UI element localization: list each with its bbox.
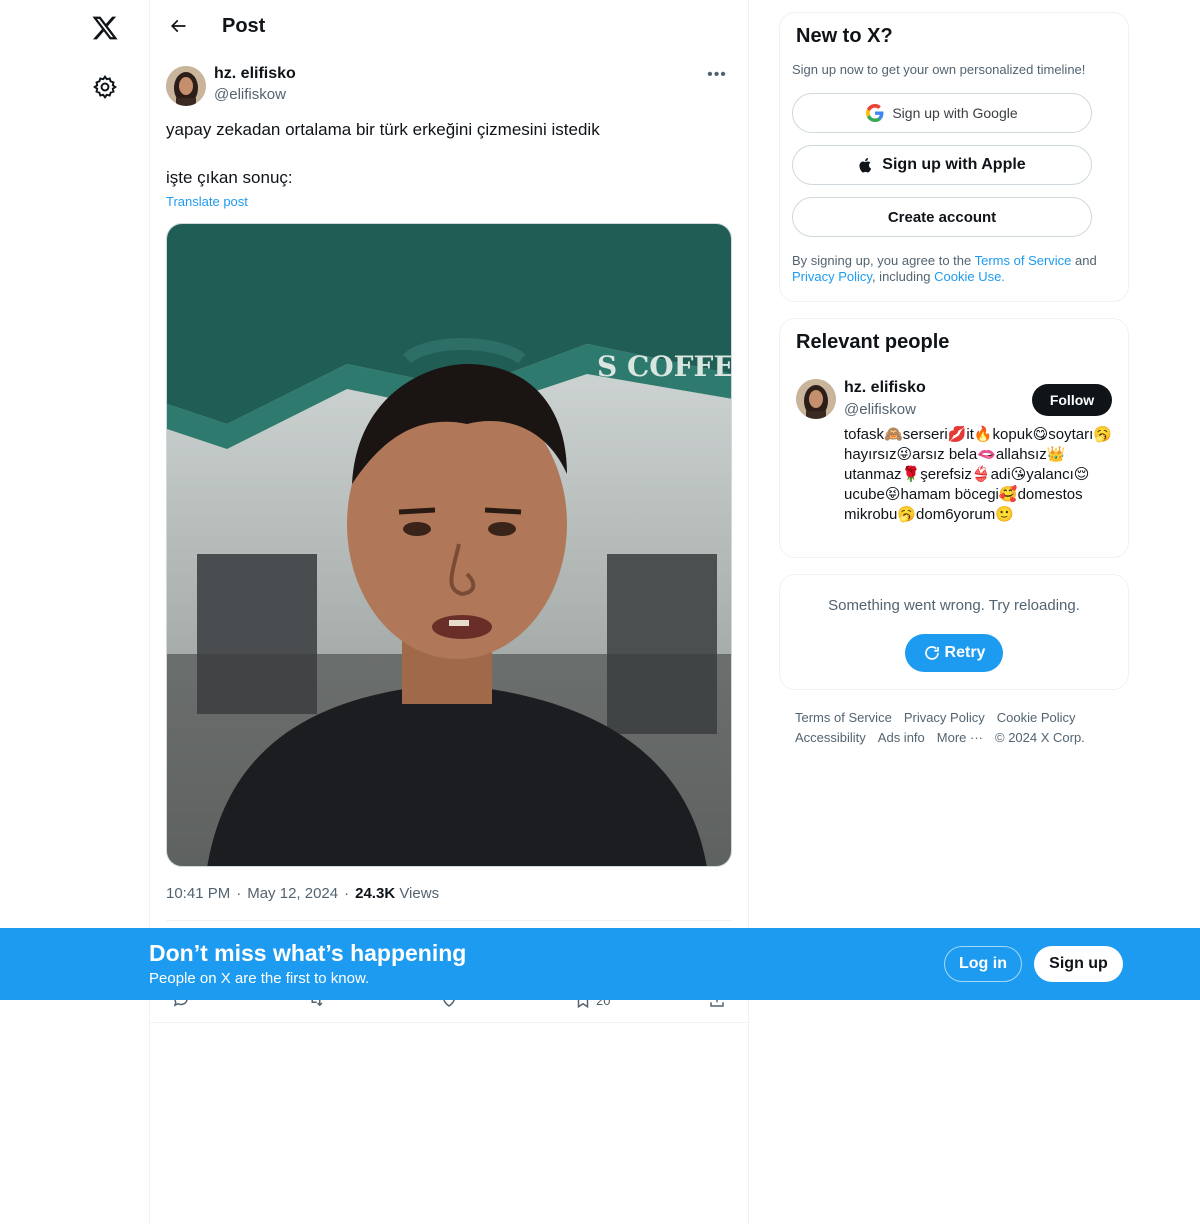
signup-subtitle: Sign up now to get your own personalized… bbox=[792, 62, 1086, 77]
divider bbox=[166, 920, 732, 921]
apple-signup-button[interactable]: Sign up with Apple bbox=[792, 145, 1092, 185]
signup-card: New to X? Sign up now to get your own pe… bbox=[779, 12, 1129, 302]
relevant-person-name[interactable]: hz. elifisko bbox=[844, 379, 926, 397]
post-meta: 10:41 PM · May 12, 2024 · 24.3K Views bbox=[166, 885, 439, 902]
views-stat: 24.3K Views bbox=[355, 885, 439, 902]
signup-card-title: New to X? bbox=[796, 25, 893, 47]
privacy-link[interactable]: Privacy Policy bbox=[792, 269, 872, 284]
footer-cookie-link[interactable]: Cookie Policy bbox=[997, 710, 1076, 725]
footer-ads-link[interactable]: Ads info bbox=[878, 730, 925, 745]
left-nav bbox=[0, 0, 150, 1224]
footer-terms-link[interactable]: Terms of Service bbox=[795, 710, 892, 725]
retry-button[interactable]: Retry bbox=[905, 634, 1003, 672]
refresh-icon bbox=[924, 646, 939, 660]
meta-separator: · bbox=[344, 885, 350, 902]
legal-text: and bbox=[1071, 253, 1097, 268]
signup-button[interactable]: Sign up bbox=[1034, 946, 1123, 982]
back-arrow-icon[interactable] bbox=[160, 8, 196, 44]
google-icon bbox=[866, 104, 884, 122]
apple-icon bbox=[859, 158, 872, 173]
google-signup-button[interactable]: Sign up with Google bbox=[792, 93, 1092, 133]
relevant-people-card: Relevant people hz. elifisko @elifiskow … bbox=[779, 318, 1129, 558]
post-text: yapay zekadan ortalama bir türk erkeğini… bbox=[166, 120, 600, 187]
cookie-use-link[interactable]: Cookie Use. bbox=[934, 269, 1005, 284]
relevant-people-title: Relevant people bbox=[796, 331, 950, 353]
page-title: Post bbox=[222, 15, 266, 37]
photo-sign-text: S COFFEE bbox=[597, 350, 732, 383]
avatar[interactable] bbox=[796, 379, 836, 419]
login-banner: Don’t miss what’s happening People on X … bbox=[0, 928, 1200, 1000]
footer-accessibility-link[interactable]: Accessibility bbox=[795, 730, 866, 745]
sidebar-footer: Terms of Service Privacy Policy Cookie Pol… bbox=[795, 708, 1125, 748]
error-card: Something went wrong. Try reloading. Ret… bbox=[779, 574, 1129, 690]
relevant-person-handle[interactable]: @elifiskow bbox=[844, 401, 916, 418]
relevant-person-bio: tofask🙈serseri💋it🔥kopuk😋soytarı🥱hayırsız… bbox=[844, 426, 1112, 523]
banner-title: Don’t miss what’s happening bbox=[149, 940, 467, 966]
views-label: Views bbox=[399, 885, 440, 902]
error-message: Something went wrong. Try reloading. bbox=[828, 597, 1080, 614]
avatar[interactable] bbox=[166, 66, 206, 106]
meta-separator: · bbox=[236, 885, 242, 902]
gear-icon[interactable] bbox=[80, 62, 130, 112]
terms-link[interactable]: Terms of Service bbox=[975, 253, 1072, 268]
translate-post-link[interactable]: Translate post bbox=[166, 194, 248, 209]
author-name[interactable]: hz. elifisko bbox=[214, 65, 296, 83]
apple-signup-label: Sign up with Apple bbox=[882, 156, 1026, 173]
post-photo[interactable]: S COFFEE bbox=[166, 223, 732, 867]
legal-text: By signing up, you agree to the bbox=[792, 253, 975, 268]
legal-text: , including bbox=[871, 269, 935, 284]
create-account-button[interactable]: Create account bbox=[792, 197, 1092, 237]
post-column: Post hz. elifisko @elifiskow ••• yapay z… bbox=[149, 0, 749, 1224]
banner-subtitle: People on X are the first to know. bbox=[149, 970, 370, 987]
footer-more-link[interactable]: More ··· bbox=[937, 730, 983, 745]
post-date[interactable]: May 12, 2024 bbox=[247, 885, 338, 902]
views-count: 24.3K bbox=[355, 885, 396, 902]
footer-privacy-link[interactable]: Privacy Policy bbox=[904, 710, 985, 725]
post-author: hz. elifisko @elifiskow ••• bbox=[166, 64, 734, 108]
post-header: Post bbox=[150, 0, 748, 54]
google-signup-label: Sign up with Google bbox=[892, 105, 1018, 121]
retry-label: Retry bbox=[944, 644, 986, 661]
post-time[interactable]: 10:41 PM bbox=[166, 885, 230, 902]
follow-button[interactable]: Follow bbox=[1032, 384, 1112, 416]
more-options-icon[interactable]: ••• bbox=[700, 64, 734, 86]
signup-legal-text: By signing up, you agree to the Terms of… bbox=[792, 253, 1118, 285]
divider bbox=[150, 1022, 748, 1023]
x-logo-icon[interactable] bbox=[80, 3, 130, 53]
author-handle[interactable]: @elifiskow bbox=[214, 86, 286, 103]
footer-copyright: © 2024 X Corp. bbox=[995, 730, 1085, 745]
login-button[interactable]: Log in bbox=[944, 946, 1022, 982]
